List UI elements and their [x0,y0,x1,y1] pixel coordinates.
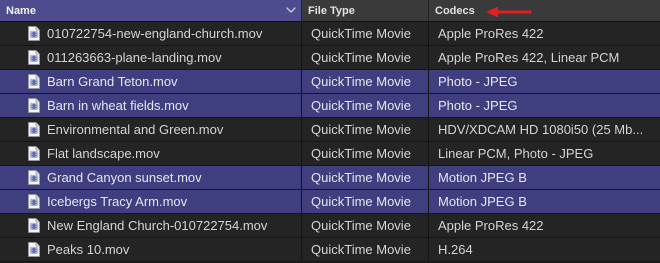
column-divider [428,118,429,141]
column-header-bar: Name File Type Codecs [0,0,660,22]
movie-file-icon [28,146,40,161]
file-name-cell: 011263663-plane-landing.mov [47,50,222,65]
table-row[interactable]: Flat landscape.mov QuickTime Movie Linear … [0,142,660,166]
table-row[interactable]: Icebergs Tracy Arm.mov QuickTime Movie Mot… [0,190,660,214]
column-divider [428,46,429,69]
column-header-file-type[interactable]: File Type [301,0,428,21]
file-name-cell: Environmental and Green.mov [47,122,224,137]
column-header-codecs-label: Codecs [435,5,475,17]
table-row[interactable]: Environmental and Green.mov QuickTime Mov… [0,118,660,142]
file-type-cell: QuickTime Movie [311,218,411,233]
table-row[interactable]: 011263663-plane-landing.mov QuickTime Mov… [0,46,660,70]
codecs-cell: H.264 [438,242,473,257]
table-row[interactable]: Grand Canyon sunset.mov QuickTime Movie Mo… [0,166,660,190]
column-header-file-type-label: File Type [308,5,355,17]
table-row[interactable]: Barn in wheat fields.mov QuickTime Movie P… [0,94,660,118]
file-rows: 010722754-new-england-church.mov QuickTim… [0,22,660,262]
file-type-cell: QuickTime Movie [311,122,411,137]
column-divider [428,94,429,117]
column-divider [428,142,429,165]
column-divider [301,118,302,141]
column-divider [301,94,302,117]
codecs-cell: HDV/XDCAM HD 1080i50 (25 Mb... [438,122,644,137]
file-type-cell: QuickTime Movie [311,194,411,209]
red-arrow-icon [486,6,532,18]
codecs-cell: Motion JPEG B [438,194,527,209]
file-type-cell: QuickTime Movie [311,50,411,65]
table-row[interactable]: 010722754-new-england-church.mov QuickTim… [0,22,660,46]
file-name-cell: Icebergs Tracy Arm.mov [47,194,188,209]
file-type-cell: QuickTime Movie [311,242,411,257]
codecs-cell: Photo - JPEG [438,74,518,89]
column-divider [428,238,429,261]
table-row[interactable]: Barn Grand Teton.mov QuickTime Movie Photo… [0,70,660,94]
column-divider [301,166,302,189]
column-header-codecs[interactable]: Codecs [428,0,660,21]
column-divider [301,142,302,165]
file-name-cell: Peaks 10.mov [47,242,130,257]
column-divider [428,214,429,237]
file-name-cell: Barn in wheat fields.mov [47,98,189,113]
codecs-cell: Linear PCM, Photo - JPEG [438,146,594,161]
codecs-cell: Apple ProRes 422 [438,218,544,233]
movie-file-icon [28,50,40,65]
movie-file-icon [28,242,40,257]
codecs-cell: Motion JPEG B [438,170,527,185]
movie-file-icon [28,26,40,41]
movie-file-icon [28,74,40,89]
movie-file-icon [28,98,40,113]
column-divider [301,22,302,45]
column-header-name[interactable]: Name [0,0,301,21]
file-type-cell: QuickTime Movie [311,98,411,113]
file-type-cell: QuickTime Movie [311,170,411,185]
file-list-view: Name File Type Codecs 010722754-new-engl… [0,0,660,263]
column-divider [428,190,429,213]
column-divider [301,238,302,261]
movie-file-icon [28,194,40,209]
file-name-cell: Flat landscape.mov [47,146,160,161]
movie-file-icon [28,122,40,137]
column-divider [301,46,302,69]
codecs-cell: Apple ProRes 422 [438,26,544,41]
column-divider [428,70,429,93]
column-divider [301,214,302,237]
column-divider [301,190,302,213]
file-name-cell: New England Church-010722754.mov [47,218,268,233]
column-divider [428,22,429,45]
codecs-cell: Photo - JPEG [438,98,518,113]
table-row[interactable]: New England Church-010722754.mov QuickTim… [0,214,660,238]
file-type-cell: QuickTime Movie [311,74,411,89]
file-type-cell: QuickTime Movie [311,26,411,41]
file-type-cell: QuickTime Movie [311,146,411,161]
column-header-name-label: Name [6,5,36,17]
column-divider [428,166,429,189]
file-name-cell: 010722754-new-england-church.mov [47,26,263,41]
sort-chevron-icon[interactable] [285,4,297,16]
movie-file-icon [28,170,40,185]
codecs-cell: Apple ProRes 422, Linear PCM [438,50,620,65]
file-name-cell: Barn Grand Teton.mov [47,74,178,89]
table-row[interactable]: Peaks 10.mov QuickTime Movie H.264 [0,238,660,262]
file-name-cell: Grand Canyon sunset.mov [47,170,202,185]
movie-file-icon [28,218,40,233]
column-divider [301,70,302,93]
